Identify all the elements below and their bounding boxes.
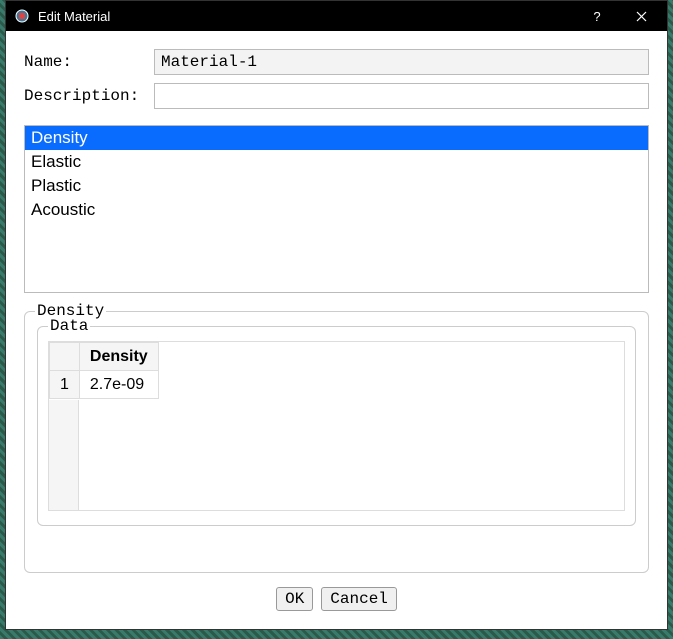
app-icon [14,8,30,24]
titlebar: Edit Material ? [6,1,667,31]
density-table[interactable]: Density 12.7e-09 [49,342,159,399]
list-item[interactable]: Elastic [25,150,648,174]
data-group-label: Data [48,317,90,335]
list-item[interactable]: Plastic [25,174,648,198]
table-row[interactable]: 12.7e-09 [50,371,159,399]
description-input[interactable] [154,83,649,109]
cancel-button[interactable]: Cancel [321,587,397,611]
density-table-wrap: Density 12.7e-09 [48,341,625,511]
list-item[interactable]: Acoustic [25,198,648,222]
close-button[interactable] [619,1,663,31]
density-column-header: Density [79,343,158,371]
name-row: Name: [24,49,649,75]
list-item[interactable]: Density [25,126,648,150]
edit-material-dialog: Edit Material ? Name: Description: Densi… [5,0,668,630]
density-groupbox: Density Data Density 12.7e-09 [24,311,649,573]
close-icon [636,11,647,22]
help-button[interactable]: ? [575,1,619,31]
ok-button[interactable]: OK [276,587,313,611]
row-index: 1 [50,371,80,399]
data-groupbox: Data Density 12.7e-09 [37,326,636,526]
material-behaviors-list[interactable]: DensityElasticPlasticAcoustic [24,125,649,293]
row-header-gutter [49,400,79,510]
description-label: Description: [24,87,154,105]
table-corner [50,343,80,371]
name-input[interactable] [154,49,649,75]
description-row: Description: [24,83,649,109]
dialog-content: Name: Description: DensityElasticPlastic… [6,31,667,629]
density-cell[interactable]: 2.7e-09 [79,371,158,399]
name-label: Name: [24,53,154,71]
dialog-buttons: OK Cancel [24,573,649,617]
window-title: Edit Material [38,9,575,24]
help-icon: ? [593,9,600,24]
